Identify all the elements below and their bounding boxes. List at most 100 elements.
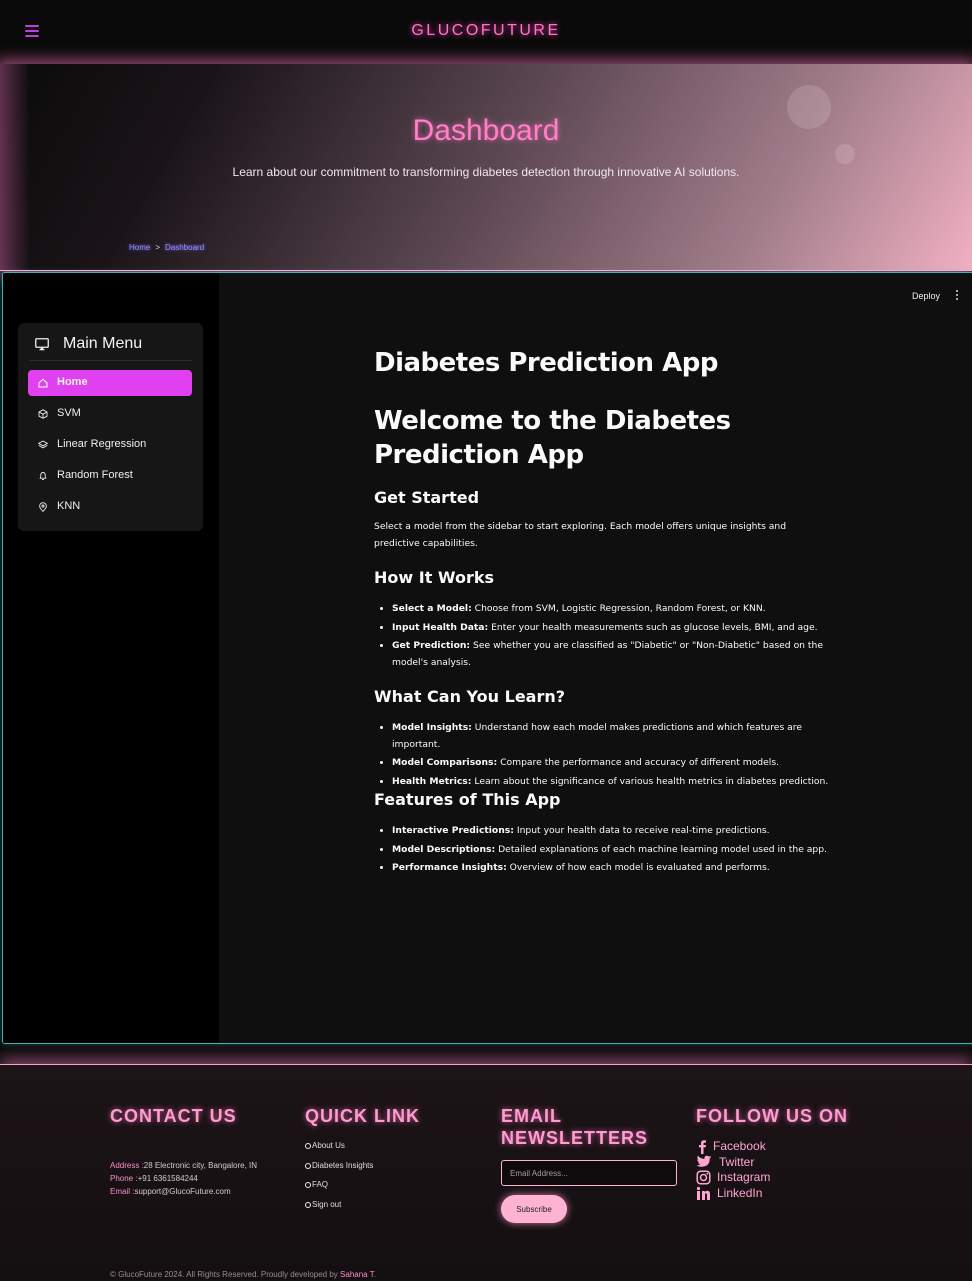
list-item-label: Health Metrics: [392, 775, 472, 787]
list-item-label: Model Descriptions: [392, 843, 496, 855]
app-sidebar: Main Menu Home SVM Linear Regression Ran… [3, 273, 219, 1043]
radio-dot-icon [305, 1143, 311, 1149]
breadcrumb-separator: > [155, 243, 161, 252]
main-menu-header: Main Menu [29, 334, 192, 361]
radio-dot-icon [305, 1201, 311, 1208]
hero-banner: Dashboard Learn about our commitment to … [0, 64, 972, 271]
list-item-text: Detailed explanations of each machine le… [495, 843, 827, 855]
instagram-icon [696, 1170, 711, 1185]
list-item-label: Interactive Predictions: [392, 825, 514, 836]
airplay-icon [35, 338, 49, 351]
what-can-you-learn-heading: What Can You Learn? [374, 687, 566, 706]
newsletter-heading-line2: NEWSLETTERS [501, 1128, 649, 1148]
contact-address: Address :28 Electronic city, Bangalore, … [110, 1159, 260, 1172]
email-label: Email : [110, 1187, 135, 1196]
what-can-you-learn-list: Model Insights: Understand how each mode… [374, 720, 842, 792]
address-value: 28 Electronic city, Bangalore, IN [143, 1161, 258, 1170]
quick-link-label: Sign out [312, 1199, 342, 1209]
sidebar-item-svm[interactable]: SVM [28, 401, 192, 427]
social-link-label: Instagram [717, 1170, 771, 1184]
list-item: Input Health Data: Enter your health mea… [392, 620, 842, 637]
sidebar-item-linear-regression[interactable]: Linear Regression [28, 432, 192, 458]
get-started-heading: Get Started [374, 488, 480, 507]
copyright-label: © GlucoFuture 2024. All Rights Reserved.… [110, 1270, 341, 1279]
list-item: Select a Model: Choose from SVM, Logisti… [392, 601, 842, 618]
quick-link-sign-out[interactable]: Sign out [305, 1200, 373, 1220]
more-options-icon[interactable] [956, 290, 959, 301]
quick-link-label: About Us [312, 1141, 345, 1150]
list-item-text: Learn about the significance of various … [471, 775, 829, 787]
deploy-button[interactable]: Deploy [912, 291, 940, 301]
top-navbar: GLUCOFUTURE [0, 0, 972, 64]
page-subtitle: Learn about our commitment to transformi… [232, 165, 740, 179]
facebook-icon [699, 1140, 706, 1154]
sidebar-item-random-forest[interactable]: Random Forest [28, 463, 192, 489]
list-item-label: Input Health Data: [392, 621, 489, 633]
sidebar-item-label: Random Forest [57, 469, 133, 481]
newsletter-heading: EMAIL NEWSLETTERS [501, 1105, 648, 1149]
quick-link-about-us[interactable]: About Us [305, 1141, 373, 1161]
list-item: Model Descriptions: Detailed explanation… [392, 842, 842, 859]
newsletter-email-input[interactable] [501, 1160, 677, 1186]
main-menu: Main Menu Home SVM Linear Regression Ran… [18, 323, 203, 531]
radio-dot-icon [305, 1182, 311, 1188]
sidebar-item-knn[interactable]: KNN [28, 494, 192, 520]
breadcrumb-home-link[interactable]: Home [129, 243, 150, 252]
how-it-works-heading: How It Works [374, 568, 495, 587]
app-title: Diabetes Prediction App [374, 348, 718, 378]
sidebar-item-label: SVM [57, 407, 81, 419]
app-frame: Main Menu Home SVM Linear Regression Ran… [2, 272, 972, 1044]
list-item-text: Enter your health measurements such as g… [488, 621, 818, 633]
list-item-label: Performance Insights: [392, 862, 507, 873]
phone-label: Phone : [110, 1174, 138, 1183]
quick-link-label: Diabetes Insights [312, 1160, 374, 1170]
linkedin-icon [696, 1186, 710, 1200]
subscribe-button[interactable]: Subscribe [501, 1195, 567, 1223]
social-link-label: Facebook [713, 1139, 766, 1153]
main-menu-title: Main Menu [63, 335, 143, 352]
quick-links-list: About Us Diabetes Insights FAQ Sign out [305, 1141, 373, 1219]
social-link-label: Twitter [719, 1154, 755, 1169]
map-pin-icon [39, 502, 47, 512]
features-heading: Features of This App [374, 790, 561, 809]
bell-icon [39, 472, 47, 481]
radio-dot-icon [305, 1162, 311, 1169]
list-item: Get Prediction: See whether you are clas… [392, 638, 842, 671]
developer-link[interactable]: Sahana T [340, 1270, 374, 1279]
page-title: Dashboard [412, 114, 560, 147]
address-label: Address : [110, 1161, 144, 1170]
phone-value: +91 6361584244 [137, 1174, 198, 1183]
social-link-label: LinkedIn [717, 1185, 763, 1200]
quick-link-faq[interactable]: FAQ [305, 1180, 373, 1200]
list-item: Performance Insights: Overview of how ea… [392, 860, 842, 877]
list-item-text: Choose from SVM, Logistic Regression, Ra… [471, 603, 766, 614]
twitter-icon [696, 1155, 712, 1167]
sidebar-item-home[interactable]: Home [28, 370, 192, 396]
contact-details: Address :28 Electronic city, Bangalore, … [110, 1159, 260, 1198]
list-item: Interactive Predictions: Input your heal… [392, 823, 842, 840]
list-item: Health Metrics: Learn about the signific… [392, 774, 842, 791]
quick-link-label: FAQ [312, 1180, 329, 1189]
list-item-label: Get Prediction: [392, 640, 471, 651]
get-started-text: Select a model from the sidebar to start… [374, 521, 787, 549]
newsletter-heading-line1: EMAIL [501, 1106, 562, 1126]
list-item-label: Model Comparisons: [392, 757, 498, 768]
how-it-works-list: Select a Model: Choose from SVM, Logisti… [374, 601, 842, 673]
list-item: Model Comparisons: Compare the performan… [392, 755, 842, 772]
brand-logo[interactable]: GLUCOFUTURE [0, 22, 972, 40]
list-item-text: Overview of how each model is evaluated … [506, 862, 770, 873]
copyright-end: . [373, 1270, 376, 1279]
site-footer: CONTACT US QUICK LINK EMAIL NEWSLETTERS … [0, 1064, 972, 1281]
sidebar-item-label: Linear Regression [57, 438, 147, 450]
cube-icon [38, 409, 48, 419]
quick-link-diabetes-insights[interactable]: Diabetes Insights [305, 1161, 373, 1181]
sidebar-item-label: KNN [57, 500, 81, 512]
follow-us-heading: FOLLOW US ON [696, 1106, 848, 1126]
list-item-text: Compare the performance and accuracy of … [497, 757, 780, 768]
breadcrumb: Home > Dashboard [129, 243, 204, 252]
email-value: support@GlucoFuture.com [134, 1187, 231, 1196]
house-icon [38, 378, 48, 388]
list-item-label: Select a Model: [392, 603, 472, 614]
features-list: Interactive Predictions: Input your heal… [374, 823, 842, 879]
breadcrumb-current-link[interactable]: Dashboard [165, 243, 204, 252]
